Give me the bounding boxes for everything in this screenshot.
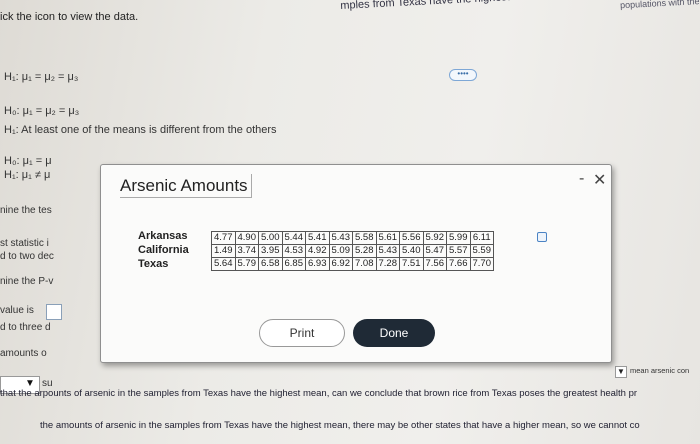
table-cell: 3.74 [234,244,259,258]
side-text-4: nine the P-v [0,276,54,287]
table-row: 5.64 5.79 6.58 6.85 6.93 6.92 7.08 7.28 7.51 7.56… [211,257,494,271]
table-cell: 4.77 [211,231,236,245]
table-cell: 5.64 [211,257,236,271]
row-labels: Arkansas California Texas [138,229,189,271]
minimize-button[interactable]: - [579,170,584,188]
hypothesis-h0-partial: H₀: μ₁ = μ [4,155,52,167]
table-cell: 5.43 [328,231,353,245]
side-text-5: value is [0,305,34,316]
table-cell: 5.57 [446,244,471,258]
hypothesis-h1-first: H₁: μ₁ = μ₂ = μ₃ [4,71,79,83]
table-cell: 4.90 [234,231,259,245]
table-cell: 4.92 [305,244,330,258]
table-cell: 5.79 [234,257,259,271]
table-cell: 3.95 [258,244,283,258]
right-small-text: mean arsenic con [630,366,690,375]
table-cell: 7.70 [469,257,494,271]
table-cell: 5.99 [446,231,471,245]
table-cell: 5.09 [328,244,353,258]
table-cell: 6.92 [328,257,353,271]
hypothesis-h1: H₁: At least one of the means is differe… [4,124,277,136]
table-cell: 4.53 [281,244,306,258]
table-cell: 7.51 [399,257,424,271]
side-text-2: st statistic i [0,238,49,249]
hypothesis-h1-partial: H₁: μ₁ ≠ μ [4,169,51,181]
table-cell: 7.08 [352,257,377,271]
table-cell: 5.40 [399,244,424,258]
copy-data-icon[interactable] [537,232,547,242]
table-cell: 6.85 [281,257,306,271]
print-button[interactable]: Print [259,319,345,347]
row-label-california: California [138,244,189,256]
table-cell: 5.92 [422,231,447,245]
table-cell: 1.49 [211,244,236,258]
table-cell: 7.66 [446,257,471,271]
row-label-arkansas: Arkansas [138,230,188,242]
table-row: 1.49 3.74 3.95 4.53 4.92 5.09 5.28 5.43 5.40 5.47… [211,244,494,258]
p-value-input[interactable] [46,304,62,320]
table-cell: 6.58 [258,257,283,271]
side-text-7: amounts o [0,348,47,359]
table-cell: 5.47 [422,244,447,258]
side-text-6: d to three d [0,322,51,333]
table-cell: 5.43 [375,244,400,258]
bottom-text-1: that the arpounts of arsenic in the samp… [0,388,638,399]
table-cell: 5.00 [258,231,283,245]
bottom-text-2: the amounts of arsenic in the samples fr… [40,420,640,431]
close-button[interactable]: ✕ [593,170,606,190]
arsenic-amounts-dialog: Arsenic Amounts - ✕ Arkansas California … [100,164,612,363]
arsenic-data-table: 4.77 4.90 5.00 5.44 5.41 5.43 5.58 5.61 5.56 5.92… [211,231,494,271]
expand-ellipsis-button[interactable]: •••• [449,69,477,81]
done-button[interactable]: Done [353,319,435,347]
table-cell: 5.58 [352,231,377,245]
side-text-1: nine the tes [0,205,52,216]
mini-dropdown[interactable]: ▼ [615,366,627,378]
table-cell: 5.59 [469,244,494,258]
table-cell: 6.93 [305,257,330,271]
table-cell: 5.28 [352,244,377,258]
table-cell: 7.28 [375,257,400,271]
dialog-title: Arsenic Amounts [120,174,252,198]
side-text-3: d to two dec [0,251,54,262]
table-cell: 5.41 [305,231,330,245]
instruction-text: ick the icon to view the data. [0,11,139,23]
row-label-texas: Texas [138,258,169,270]
table-cell: 7.56 [422,257,447,271]
table-cell: 5.61 [375,231,400,245]
table-row: 4.77 4.90 5.00 5.44 5.41 5.43 5.58 5.61 5.56 5.92… [211,231,494,245]
table-cell: 5.56 [399,231,424,245]
table-cell: 5.44 [281,231,306,245]
table-cell: 6.11 [469,231,494,245]
hypothesis-h0: H₀: μ₁ = μ₂ = μ₃ [4,105,80,117]
